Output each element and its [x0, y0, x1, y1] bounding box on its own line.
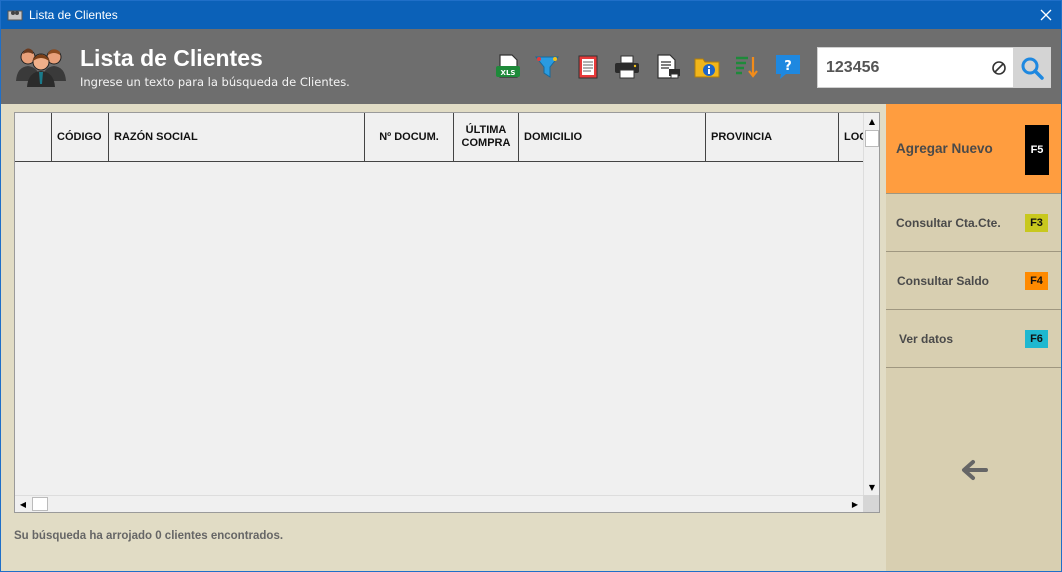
help-label: ?	[784, 59, 792, 74]
sort-icon	[736, 56, 758, 78]
close-icon	[1040, 9, 1052, 21]
column-header-n-docum[interactable]: Nº DOCUM.	[365, 113, 454, 161]
horizontal-scrollbar[interactable]: ◀ ▶	[15, 495, 863, 512]
search-input[interactable]	[818, 48, 978, 87]
scroll-right-icon[interactable]: ▶	[847, 496, 863, 512]
print-preview-icon	[657, 54, 680, 79]
column-header-localidad[interactable]: LOC	[839, 113, 863, 161]
add-new-label: Agregar Nuevo	[896, 141, 993, 156]
view-data-label: Ver datos	[899, 332, 954, 346]
search-button[interactable]	[1013, 48, 1051, 87]
check-account-label: Consultar Cta.Cte.	[896, 216, 1001, 230]
back-arrow-icon[interactable]	[960, 459, 988, 481]
table-header: CÓDIGO RAZÓN SOCIAL Nº DOCUM. ÚLTIMA COM…	[15, 113, 863, 162]
title-bar: Lista de Clientes	[1, 1, 1061, 29]
scroll-left-icon[interactable]: ◀	[15, 496, 31, 512]
page-title: Lista de Clientes	[80, 45, 263, 71]
side-panel: Agregar Nuevo F5 Consultar Cta.Cte. F3 C…	[886, 104, 1061, 571]
column-header-provincia[interactable]: PROVINCIA	[706, 113, 839, 161]
check-balance-label: Consultar Saldo	[897, 274, 990, 288]
page-subtitle: Ingrese un texto para la búsqueda de Cli…	[80, 75, 350, 89]
status-text: Su búsqueda ha arrojado 0 clientes encon…	[14, 530, 284, 542]
vertical-scrollbar[interactable]: ▲ ▼	[863, 113, 879, 496]
window-title: Lista de Clientes	[29, 8, 118, 22]
f5-key-badge: F5	[1025, 125, 1049, 175]
view-data-button[interactable]: Ver datos F6	[886, 310, 1061, 368]
check-balance-button[interactable]: Consultar Saldo F4	[886, 252, 1061, 310]
report-button[interactable]	[574, 53, 602, 81]
scroll-up-icon[interactable]: ▲	[864, 113, 880, 129]
horizontal-scroll-thumb[interactable]	[32, 497, 48, 511]
window: Lista de Clientes Lista de Clientes Ingr…	[0, 0, 1062, 572]
excel-export-button[interactable]: XLS	[494, 53, 522, 81]
column-header-selector[interactable]	[15, 113, 52, 161]
filter-button[interactable]	[533, 53, 561, 81]
excel-export-icon: XLS	[496, 54, 520, 78]
column-header-razon-social[interactable]: RAZÓN SOCIAL	[109, 113, 365, 161]
folder-info-icon	[694, 58, 720, 78]
f6-key-badge: F6	[1025, 330, 1048, 348]
header: Lista de Clientes Ingrese un texto para …	[1, 29, 1061, 104]
folder-info-button[interactable]	[693, 53, 721, 81]
f3-key-badge: F3	[1025, 214, 1048, 232]
sort-button[interactable]	[733, 53, 761, 81]
search-box	[817, 47, 1051, 88]
filter-icon	[534, 56, 560, 78]
f4-key-badge: F4	[1025, 272, 1048, 290]
clients-table[interactable]: CÓDIGO RAZÓN SOCIAL Nº DOCUM. ÚLTIMA COM…	[14, 112, 880, 513]
column-header-domicilio[interactable]: DOMICILIO	[519, 113, 706, 161]
add-new-button[interactable]: Agregar Nuevo F5	[886, 104, 1061, 194]
column-header-codigo[interactable]: CÓDIGO	[52, 113, 109, 161]
report-icon	[578, 55, 598, 79]
help-button[interactable]: ?	[774, 53, 802, 81]
printer-icon	[615, 55, 639, 79]
column-header-ultima-compra[interactable]: ÚLTIMA COMPRA	[454, 113, 519, 161]
close-button[interactable]	[1031, 1, 1061, 29]
app-icon	[7, 10, 23, 21]
excel-label: XLS	[501, 69, 516, 77]
help-icon: ?	[776, 55, 800, 79]
column-header-ultima-compra-label: ÚLTIMA COMPRA	[461, 124, 511, 149]
print-button[interactable]	[613, 53, 641, 81]
scroll-down-icon[interactable]: ▼	[864, 479, 880, 495]
clear-search-icon[interactable]	[991, 60, 1007, 76]
clients-group-icon	[16, 48, 66, 87]
vertical-scroll-thumb[interactable]	[865, 130, 879, 147]
scrollbar-corner	[863, 495, 879, 512]
print-preview-button[interactable]	[654, 53, 682, 81]
search-icon	[1021, 57, 1044, 80]
check-account-button[interactable]: Consultar Cta.Cte. F3	[886, 194, 1061, 252]
